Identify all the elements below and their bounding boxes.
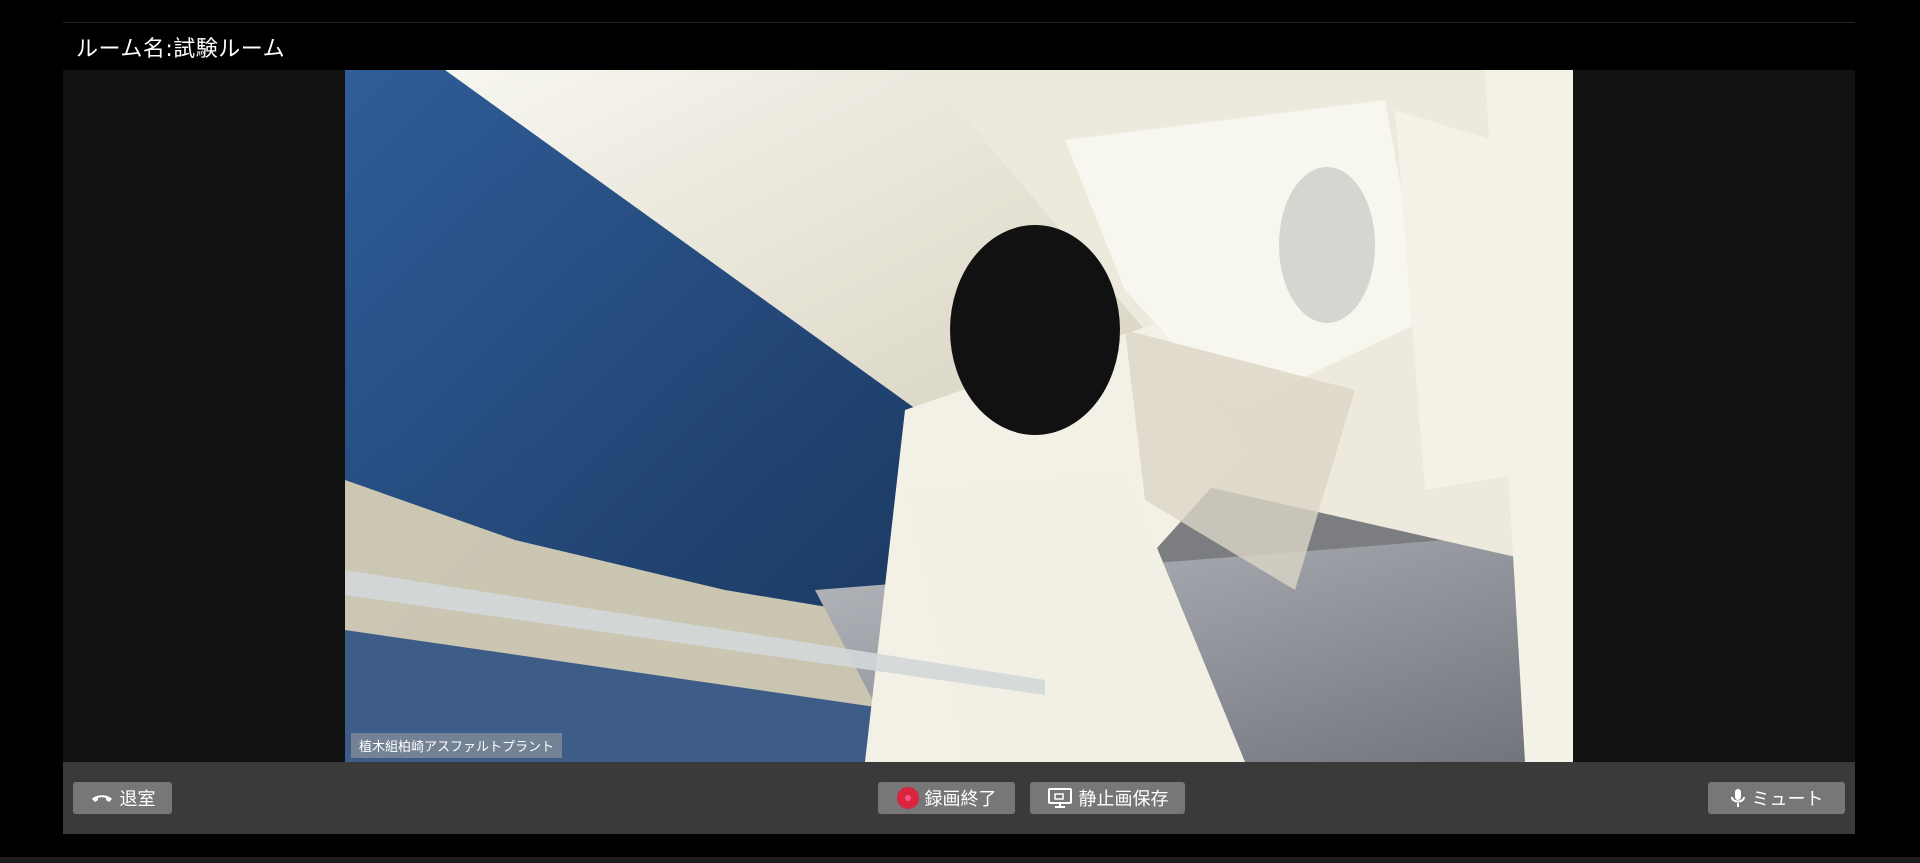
microphone-icon [1730,787,1746,809]
video-feed-label: 植木組柏崎アスファルトプラント [351,733,563,758]
save-still-image-button[interactable]: 静止画保存 [1030,782,1185,814]
stop-recording-button[interactable]: 録画終了 [878,782,1015,814]
call-control-bar: 退室 録画終了 静止画保存 ミュート [63,762,1855,834]
phone-hangup-icon [90,789,114,807]
save-still-image-label: 静止画保存 [1078,789,1169,810]
leave-room-label: 退室 [119,789,156,810]
leave-room-button[interactable]: 退室 [73,782,172,814]
video-call-window: ルーム名:試験ルーム 植木組柏崎アスファルトプラント 退室 録画終了 静止画保存… [0,0,1920,863]
stop-recording-label: 録画終了 [924,789,997,810]
mute-button[interactable]: ミュート [1708,782,1845,814]
remote-video-feed[interactable]: 植木組柏崎アスファルトプラント [345,70,1573,762]
mute-label: ミュート [1751,789,1824,810]
video-stage: 植木組柏崎アスファルトプラント [63,70,1855,762]
record-dot-icon [896,787,919,809]
room-title: ルーム名:試験ルーム [76,37,286,62]
screen-capture-icon [1047,787,1073,809]
video-frame-image [345,70,1573,762]
room-header: ルーム名:試験ルーム [63,22,1855,71]
bottom-divider [0,857,1920,863]
